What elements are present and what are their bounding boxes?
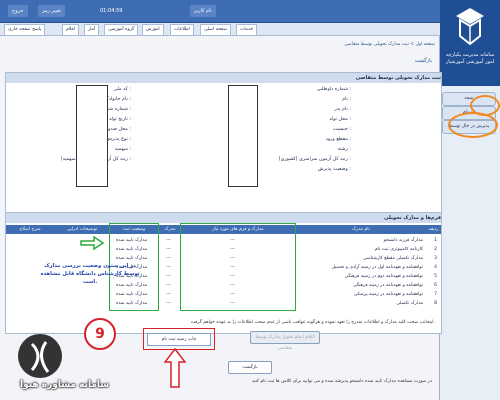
field-label: جنسیت : (332, 127, 351, 132)
col-doc-name: نام مدرک (352, 227, 370, 232)
session-timer: 01:04:59 (100, 8, 123, 14)
field-label: نام پدر : (334, 107, 351, 112)
university-logo-icon (456, 8, 484, 46)
panel-title: ثبت مدارک تحویلی توسط متقاضی (6, 73, 441, 83)
logout-button[interactable]: خروج (8, 5, 28, 17)
tab-services[interactable]: خدمات (236, 24, 258, 35)
field-label: نوع پذیرش : (105, 137, 131, 142)
tab-stats[interactable]: آمار (84, 24, 100, 35)
field-label: محل تولد : (329, 117, 351, 122)
breadcrumb: صفحه اول > ثبت مدارک تحویلی توسط متقاضی (344, 42, 435, 47)
redacted-values-right (228, 85, 258, 187)
chevron-left-icon[interactable]: ‹ (442, 0, 452, 22)
field-label: نام : (342, 97, 351, 102)
return-link[interactable]: بازگشت (415, 58, 432, 64)
green-highlight-required (180, 223, 296, 311)
submit-documents-button[interactable]: اعلام اتمام تحویل مدارک توسط متقاضی (250, 331, 320, 351)
red-arrow-up-icon (164, 348, 186, 388)
col-document: مدرک (164, 227, 176, 232)
university-name: سامانه مدیریت یکپارچه امور آموزشی آموزشی… (445, 52, 495, 65)
watermark-text: سامانه مشاوره هیوا (20, 380, 110, 390)
print-receipt-button[interactable]: چاپ رسید ثبت نام (147, 333, 211, 346)
status-annotation: در این ستون وضعیت بررسی مدارک توسط کارشن… (40, 263, 140, 285)
documents-title: فرم‌ها و مدارک تحویلی (6, 213, 441, 223)
col-correction: شرح اصلاح (19, 227, 41, 232)
declaration-notice: اینجانب صحت کلیه مدارک و اطلاعات مندرج ر… (190, 320, 435, 325)
tab-current-page[interactable]: پاسخ صفحه جاری (4, 24, 46, 35)
tab-department[interactable]: گروه آموزشی (104, 24, 139, 35)
field-label: رتبه کل آزمون سراسری (کشوری) : (278, 157, 351, 162)
tab-bar: پاسخ صفحه جاری اعلام آمار گروه آموزشی ام… (0, 23, 440, 36)
redacted-values-left (76, 85, 108, 187)
field-label: تاریخ تولد : (108, 117, 131, 122)
tab-announcements[interactable]: اعلام (62, 24, 80, 35)
bottom-note: در صورت مشاهده مدارک تایید شده دانشجو پذ… (251, 379, 432, 384)
green-arrow-icon (80, 236, 104, 250)
applicant-info-panel: ثبت مدارک تحویلی توسط متقاضی شماره داوطل… (5, 72, 442, 224)
field-label: مقطع ورود : (325, 137, 351, 142)
field-label: کد ملی : (113, 87, 131, 92)
change-password-button[interactable]: تغییر رمز (38, 5, 66, 17)
tab-education[interactable]: اموزش (142, 24, 164, 35)
orange-highlight (448, 112, 498, 138)
user-name: نام کاربر (190, 5, 217, 17)
tab-info[interactable]: اطلاعات (170, 24, 194, 35)
col-row: ردیف (428, 227, 439, 232)
col-admin-notes: توضیحات ادرایی (66, 227, 98, 232)
field-label: سهمیه : (114, 147, 131, 152)
tab-home[interactable]: صفحه اصلی (200, 24, 232, 35)
field-label: شماره داوطلبی : (316, 87, 351, 92)
field-label: رشته : (337, 147, 351, 152)
top-bar: خروج تغییر رمز 01:04:59 نام کاربر (0, 0, 440, 23)
back-button[interactable]: بازگشت (228, 361, 272, 374)
field-label: وضعیت پذیرش : (317, 167, 351, 172)
